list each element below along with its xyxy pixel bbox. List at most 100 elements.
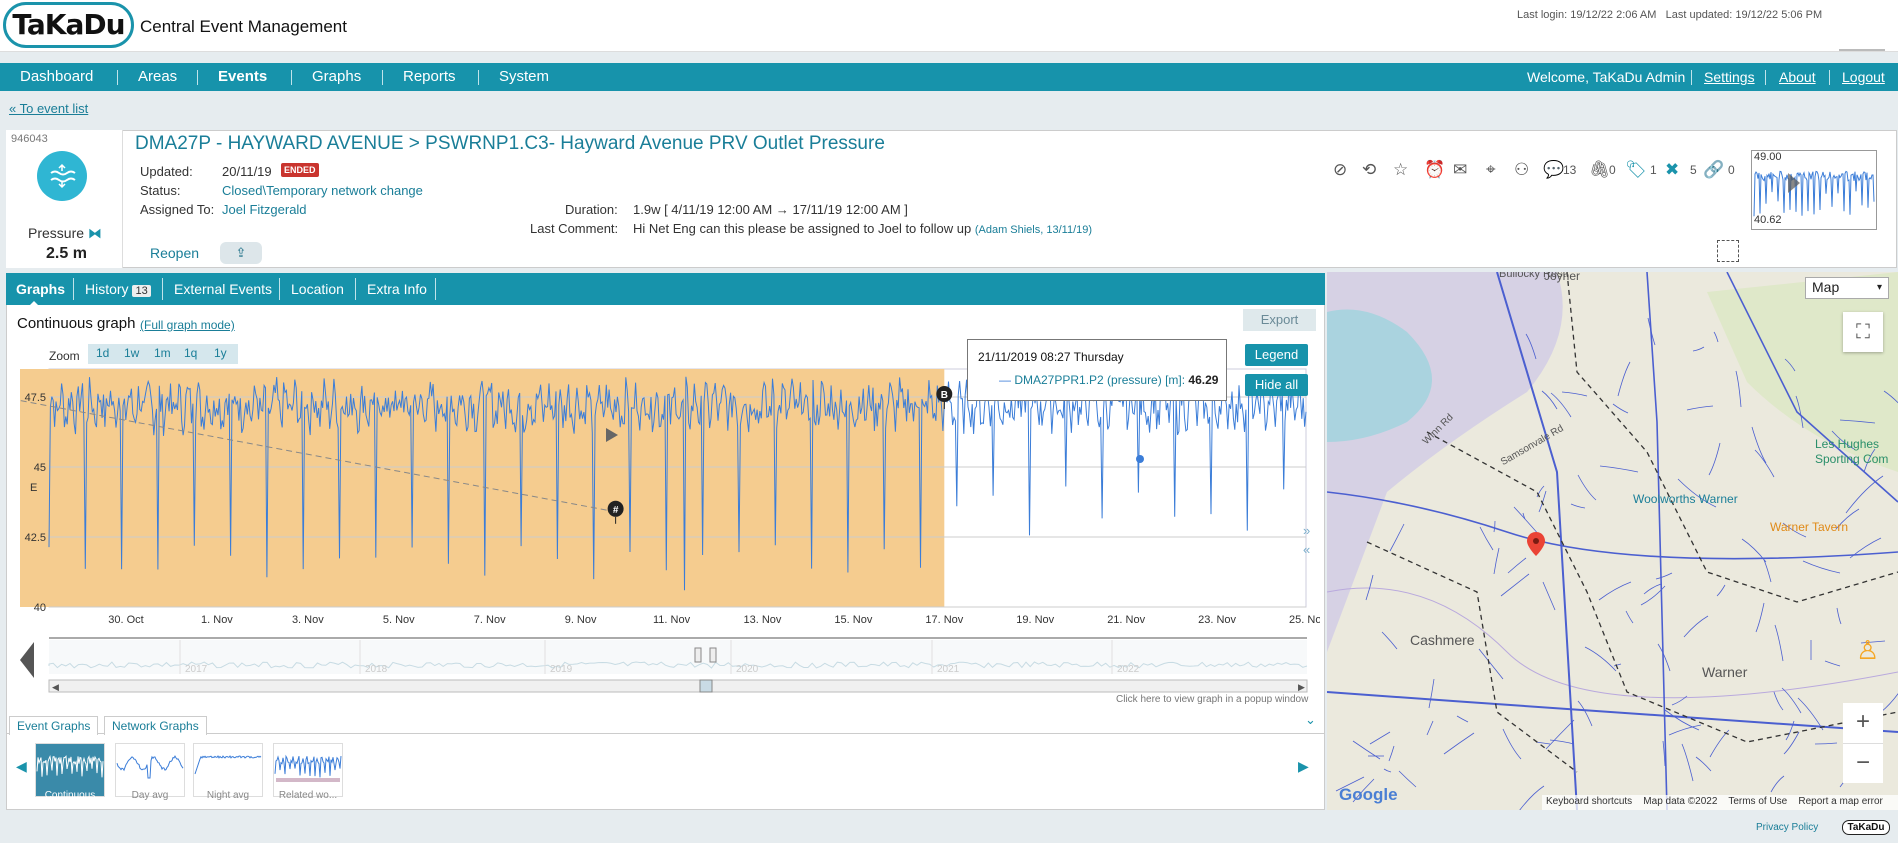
privacy-policy-link[interactable]: Privacy Policy xyxy=(1756,822,1818,833)
share-button[interactable]: ⇪ xyxy=(220,242,262,264)
footer-logo: TaKaDu xyxy=(1842,820,1890,835)
thumbnails-next-icon[interactable]: ▶ xyxy=(1298,758,1309,775)
thumbnail-continuous[interactable] xyxy=(35,743,105,797)
thumbnail-day-avg[interactable] xyxy=(115,743,185,797)
app-title: Central Event Management xyxy=(140,17,347,36)
expand-right-icon[interactable]: » xyxy=(1303,523,1310,538)
tab-location[interactable]: Location xyxy=(291,281,344,297)
takadu-logo[interactable]: TaKaDu xyxy=(3,2,134,48)
mail-icon[interactable]: ✉ xyxy=(1453,160,1467,180)
legend-button[interactable]: Legend xyxy=(1245,344,1308,366)
map-zoom-in-button[interactable]: + xyxy=(1843,703,1883,743)
x-tick-label: 30. Oct xyxy=(108,614,143,626)
zoom-1m[interactable]: 1m xyxy=(154,346,171,360)
fullscreen-button[interactable]: ⛶ xyxy=(1843,312,1883,352)
thumbnails-prev-icon[interactable]: ◀ xyxy=(16,758,27,775)
y-tick-label: 45 xyxy=(34,462,46,474)
y-axis-label: E xyxy=(30,482,37,494)
x-tick-label: 3. Nov xyxy=(292,614,324,626)
tools-icon[interactable]: ✖ xyxy=(1665,160,1679,180)
navigator-year-label: 2017 xyxy=(185,664,208,675)
selection-box[interactable] xyxy=(1717,240,1739,262)
reopen-button[interactable]: Reopen xyxy=(150,245,199,261)
report-error-link[interactable]: Report a map error xyxy=(1798,796,1882,807)
alarm-icon[interactable]: ⏰ xyxy=(1424,160,1445,180)
links-count: 0 xyxy=(1728,163,1735,177)
check-icon[interactable]: ⊘ xyxy=(1333,160,1347,180)
zoom-1y[interactable]: 1y xyxy=(214,346,227,360)
nav-reports[interactable]: Reports xyxy=(403,68,456,85)
logout-link[interactable]: Logout xyxy=(1842,69,1885,85)
network-icon[interactable]: ⚇ xyxy=(1514,160,1529,180)
undo-icon[interactable]: ⟲ xyxy=(1362,160,1376,180)
zoom-1d[interactable]: 1d xyxy=(96,346,109,360)
nav-graphs[interactable]: Graphs xyxy=(312,68,361,85)
tab-external-events[interactable]: External Events xyxy=(174,281,272,297)
nav-separator xyxy=(117,70,118,85)
page-footer xyxy=(0,812,1898,843)
location-map[interactable]: Joyner Bullocky Rest Winn Rd Samsonvale … xyxy=(1327,272,1898,810)
map-label: Warner xyxy=(1702,664,1748,680)
map-marker-icon[interactable] xyxy=(1527,532,1545,556)
x-tick-label: 9. Nov xyxy=(565,614,597,626)
tab-network-graphs[interactable]: Network Graphs xyxy=(104,716,207,735)
map-label: Bullocky Rest xyxy=(1499,272,1566,280)
duration-value: 1.9w [ 4/11/19 12:00 AM → 17/11/19 12:00… xyxy=(633,202,908,217)
tab-graphs[interactable]: Graphs xyxy=(16,281,65,297)
scroll-left-icon: ◀ xyxy=(52,682,59,692)
settings-link[interactable]: Settings xyxy=(1704,69,1755,85)
link-icon[interactable]: 🔗 xyxy=(1703,160,1724,180)
export-button[interactable]: Export xyxy=(1243,309,1316,331)
zoom-1q[interactable]: 1q xyxy=(184,346,197,360)
login-info: Last login: 19/12/22 2:06 AM Last update… xyxy=(1517,9,1822,21)
collapse-left-icon[interactable]: « xyxy=(1303,542,1310,557)
nav-dashboard[interactable]: Dashboard xyxy=(20,68,93,85)
share-icon: ⇪ xyxy=(235,245,247,260)
continuous-chart[interactable]: 47.5 45 42.5 40 E 30. Oct 1. Nov 3. Nov 5. Nov 7.… xyxy=(20,367,1320,629)
assigned-user[interactable]: Joel Fitzgerald xyxy=(222,202,307,217)
x-tick-label: 7. Nov xyxy=(474,614,506,626)
tab-separator xyxy=(279,278,280,300)
event-magnitude: 2.5 m xyxy=(46,245,87,262)
navigator-year-label: 2021 xyxy=(937,664,960,675)
last-comment: Hi Net Eng can this please be assigned t… xyxy=(633,221,1093,236)
keyboard-shortcuts-link[interactable]: Keyboard shortcuts xyxy=(1546,796,1632,807)
navigator-handle-right xyxy=(709,647,717,663)
status-label: Status: xyxy=(140,183,181,198)
map-type-select[interactable]: Map ▾ xyxy=(1805,277,1889,299)
x-tick-label: 25. Nov xyxy=(1289,614,1320,626)
tab-history[interactable]: History 13 xyxy=(85,281,151,297)
thumbnail-night-avg[interactable] xyxy=(193,743,263,797)
popup-hint[interactable]: Click here to view graph in a popup wind… xyxy=(1116,694,1308,705)
chevron-down-icon[interactable]: ⌄ xyxy=(1305,712,1316,728)
nav-separator xyxy=(291,70,292,85)
comments-icon[interactable]: 💬 xyxy=(1543,160,1564,180)
about-link[interactable]: About xyxy=(1779,69,1816,85)
thumbnail-related[interactable] xyxy=(273,743,343,797)
chart-navigator[interactable]: 2017 2018 2019 2020 2021 2022 ◀ ▶ xyxy=(20,636,1320,694)
nav-areas[interactable]: Areas xyxy=(138,68,177,85)
terms-link[interactable]: Terms of Use xyxy=(1728,796,1787,807)
last-comment-label: Last Comment: xyxy=(530,221,619,236)
attachment-icon[interactable]: 🖇 xyxy=(1589,160,1611,180)
back-to-event-list-link[interactable]: « To event list xyxy=(9,101,88,116)
tab-extra-info[interactable]: Extra Info xyxy=(367,281,427,297)
tag-icon[interactable]: 🏷 xyxy=(1625,160,1647,180)
full-graph-mode-link[interactable]: (Full graph mode) xyxy=(140,318,235,332)
location-pin-icon[interactable]: ⌖ xyxy=(1486,160,1496,180)
nav-events[interactable]: Events xyxy=(218,68,267,85)
nav-system[interactable]: System xyxy=(499,68,549,85)
status-value[interactable]: Closed\Temporary network change xyxy=(222,183,423,198)
map-canvas[interactable] xyxy=(1327,272,1898,810)
navigator-year-label: 2018 xyxy=(365,664,388,675)
dropdown-arrow-icon: ▾ xyxy=(1876,282,1882,293)
star-icon[interactable]: ☆ xyxy=(1393,160,1408,180)
zoom-1w[interactable]: 1w xyxy=(124,346,139,360)
pegman-icon[interactable]: ♙ xyxy=(1856,635,1879,666)
map-label: Woolworths Warner xyxy=(1633,492,1738,506)
navigator-year-label: 2020 xyxy=(736,664,759,675)
hide-all-button[interactable]: Hide all xyxy=(1245,374,1308,396)
map-zoom-out-button[interactable]: − xyxy=(1843,743,1883,783)
navigator-year-label: 2022 xyxy=(1117,664,1140,675)
tab-event-graphs[interactable]: Event Graphs xyxy=(9,716,99,735)
